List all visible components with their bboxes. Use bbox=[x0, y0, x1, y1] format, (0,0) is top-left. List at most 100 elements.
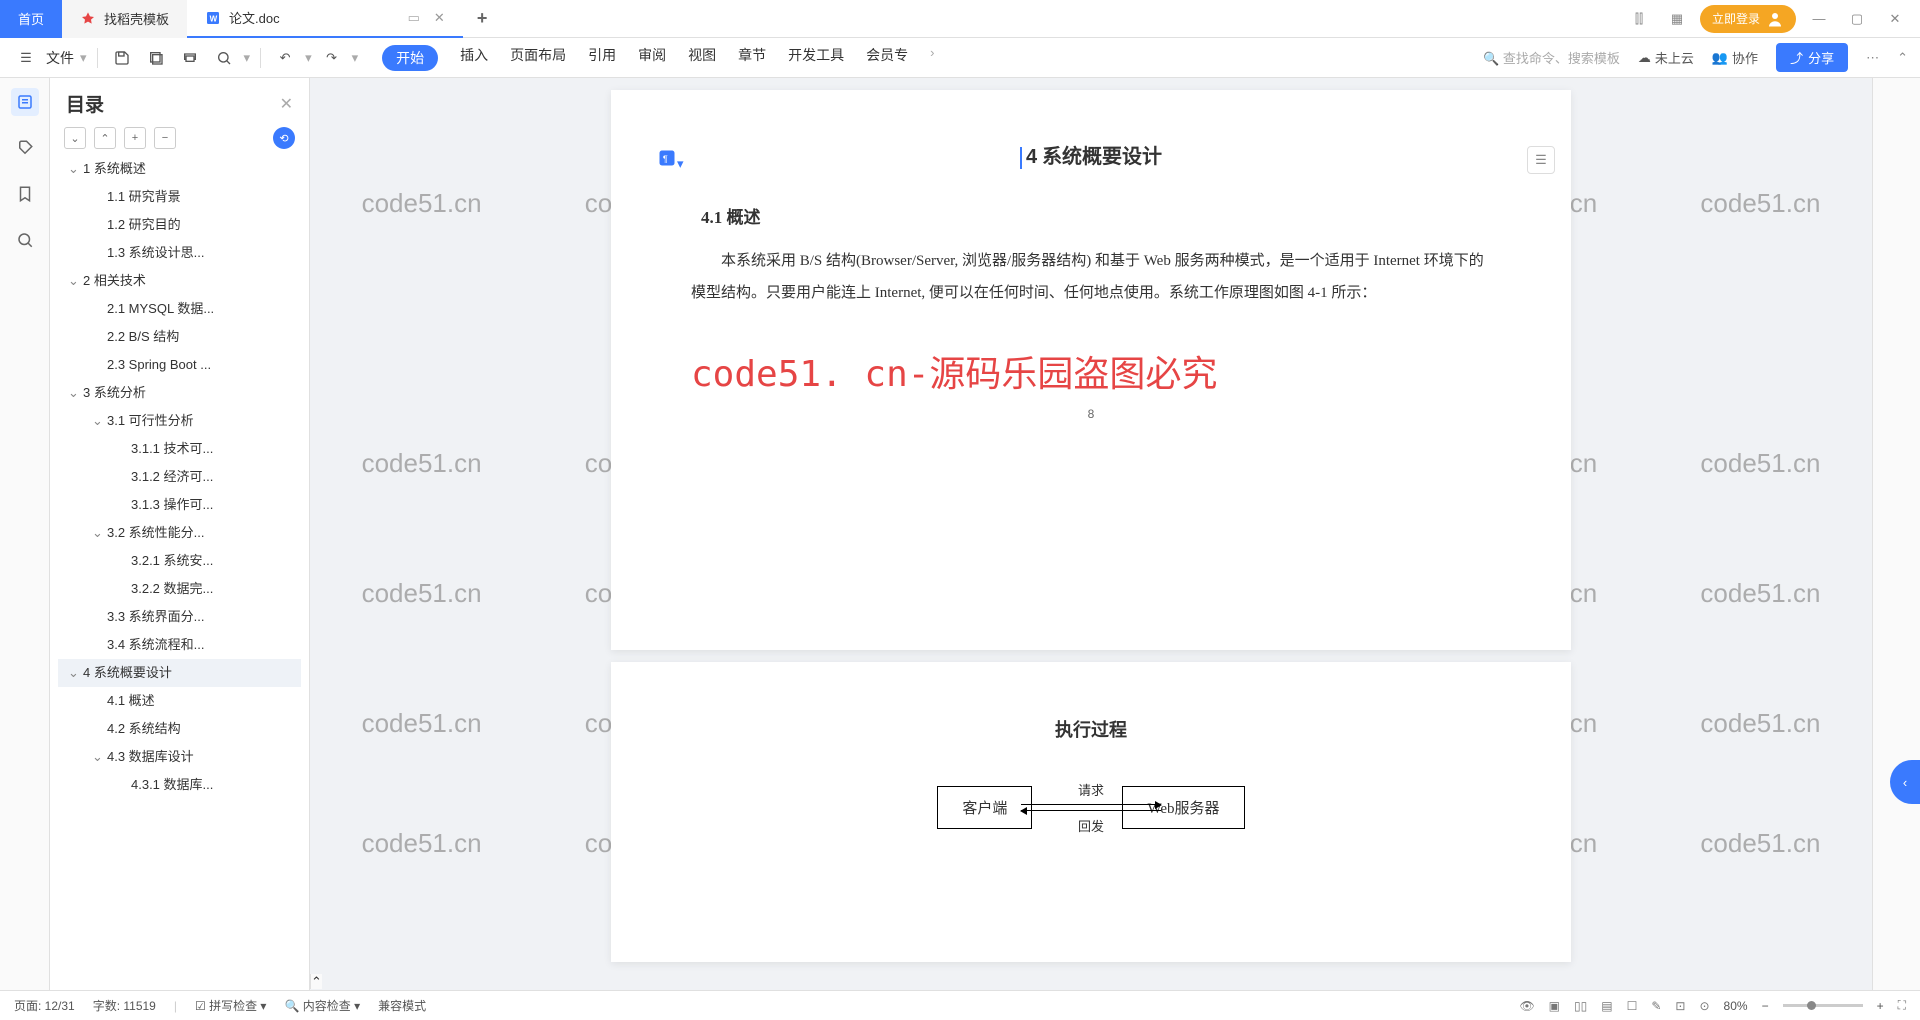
outline-item[interactable]: 2.1 MYSQL 数据... bbox=[58, 295, 301, 323]
save-as-icon[interactable] bbox=[142, 44, 170, 72]
bookmark-icon[interactable] bbox=[11, 180, 39, 208]
scroll-top-icon[interactable]: ⌃ bbox=[310, 974, 322, 989]
outline-item[interactable]: 3.2.1 系统安... bbox=[58, 547, 301, 575]
heading-2: 4.1 概述 bbox=[701, 203, 1491, 228]
outline-item[interactable]: 2.2 B/S 结构 bbox=[58, 323, 301, 351]
tab-present-icon[interactable]: ▭ bbox=[408, 10, 420, 26]
body-paragraph: 本系统采用 B/S 结构(Browser/Server, 浏览器/服务器结构) … bbox=[691, 246, 1491, 309]
redo-icon[interactable]: ↷ bbox=[318, 44, 346, 72]
read-mode-icon[interactable]: ▯▯ bbox=[1574, 999, 1587, 1013]
tab-home[interactable]: 首页 bbox=[0, 0, 62, 38]
tab-review[interactable]: 审阅 bbox=[638, 45, 666, 71]
new-tab-button[interactable]: + bbox=[463, 8, 502, 29]
word-count[interactable]: 字数: 11519 bbox=[93, 997, 156, 1014]
collab-icon: 👥 bbox=[1712, 50, 1728, 66]
tab-document[interactable]: W 论文.doc ▭ ✕ bbox=[187, 0, 463, 38]
content-check-button[interactable]: 🔍 内容检查 ▾ bbox=[284, 997, 360, 1014]
file-menu[interactable]: 文件 bbox=[46, 48, 74, 68]
print-icon[interactable] bbox=[176, 44, 204, 72]
tag-icon[interactable] bbox=[11, 134, 39, 162]
undo-icon[interactable]: ↶ bbox=[271, 44, 299, 72]
zoom-level[interactable]: 80% bbox=[1724, 999, 1748, 1013]
outline-item[interactable]: 4.1 概述 bbox=[58, 687, 301, 715]
close-window-icon[interactable]: ✕ bbox=[1880, 4, 1910, 34]
outline-item[interactable]: ⌄2 相关技术 bbox=[58, 267, 301, 295]
outline-mode-icon[interactable]: ✎ bbox=[1651, 999, 1661, 1013]
right-sidebar bbox=[1872, 78, 1920, 990]
collapse-ribbon-icon[interactable]: ⌃ bbox=[1897, 50, 1908, 66]
web-layout-icon[interactable]: ☐ bbox=[1627, 999, 1638, 1013]
page-number: 8 bbox=[691, 407, 1491, 421]
share-icon: ⤴ bbox=[1790, 48, 1803, 67]
layout-icon[interactable]: ⫿⫿ bbox=[1624, 4, 1654, 34]
print-layout-icon[interactable]: ▤ bbox=[1601, 999, 1612, 1013]
tab-template[interactable]: 找稻壳模板 bbox=[62, 0, 187, 38]
tab-devtools[interactable]: 开发工具 bbox=[788, 45, 844, 71]
close-icon[interactable]: ✕ bbox=[434, 10, 445, 26]
menu-icon[interactable]: ☰ bbox=[12, 44, 40, 72]
outline-icon[interactable] bbox=[11, 88, 39, 116]
tab-insert[interactable]: 插入 bbox=[460, 45, 488, 71]
expand-all-icon[interactable]: ⌃ bbox=[94, 127, 116, 149]
page-indicator[interactable]: 页面: 12/31 bbox=[14, 997, 75, 1014]
outline-item[interactable]: 3.1.1 技术可... bbox=[58, 435, 301, 463]
tab-start[interactable]: 开始 bbox=[382, 45, 438, 71]
outline-item[interactable]: 4.2 系统结构 bbox=[58, 715, 301, 743]
zoom-out-icon[interactable]: − bbox=[1762, 999, 1769, 1013]
outline-settings-icon[interactable]: ⟲ bbox=[273, 127, 295, 149]
outline-item[interactable]: 3.1.2 经济可... bbox=[58, 463, 301, 491]
save-icon[interactable] bbox=[108, 44, 136, 72]
outline-item[interactable]: 1.1 研究背景 bbox=[58, 183, 301, 211]
paragraph-icon[interactable]: ¶▾ bbox=[657, 148, 684, 172]
outline-item[interactable]: 1.2 研究目的 bbox=[58, 211, 301, 239]
share-button[interactable]: ⤴分享 bbox=[1776, 43, 1848, 72]
outline-item[interactable]: ⌄1 系统概述 bbox=[58, 155, 301, 183]
add-heading-icon[interactable]: + bbox=[124, 127, 146, 149]
outline-item[interactable]: ⌄3 系统分析 bbox=[58, 379, 301, 407]
search-panel-icon[interactable] bbox=[11, 226, 39, 254]
outline-item[interactable]: ⌄4 系统概要设计 bbox=[58, 659, 301, 687]
outline-item[interactable]: 1.3 系统设计思... bbox=[58, 239, 301, 267]
diagram-title: 执行过程 bbox=[691, 716, 1491, 742]
outline-panel: 目录 ✕ ⌄ ⌃ + − ⟲ ⌄1 系统概述1.1 研究背景1.2 研究目的1.… bbox=[50, 78, 310, 990]
minimize-icon[interactable]: — bbox=[1804, 4, 1834, 34]
tab-references[interactable]: 引用 bbox=[588, 45, 616, 71]
collapse-all-icon[interactable]: ⌄ bbox=[64, 127, 86, 149]
maximize-icon[interactable]: ▢ bbox=[1842, 4, 1872, 34]
more-icon[interactable]: ⋯ bbox=[1866, 50, 1879, 66]
outline-item[interactable]: 2.3 Spring Boot ... bbox=[58, 351, 301, 379]
tab-view[interactable]: 视图 bbox=[688, 45, 716, 71]
tab-page-layout[interactable]: 页面布局 bbox=[510, 45, 566, 71]
outline-item[interactable]: 3.3 系统界面分... bbox=[58, 603, 301, 631]
zoom-fit-icon[interactable]: ⊡ bbox=[1675, 999, 1685, 1013]
compat-mode[interactable]: 兼容模式 bbox=[378, 997, 426, 1014]
fullscreen-icon[interactable]: ⛶ bbox=[1898, 998, 1906, 1013]
search-input[interactable]: 🔍 查找命令、搜索模板 bbox=[1483, 48, 1620, 67]
remove-heading-icon[interactable]: − bbox=[154, 127, 176, 149]
page-options-icon[interactable]: ☰ bbox=[1527, 146, 1555, 174]
svg-text:W: W bbox=[210, 14, 218, 23]
login-button[interactable]: 立即登录 bbox=[1700, 5, 1796, 33]
preview-icon[interactable] bbox=[210, 44, 238, 72]
page-1: ¶▾ ☰ 4 系统概要设计 4.1 概述 本系统采用 B/S 结构(Browse… bbox=[611, 90, 1571, 650]
zoom-in-icon[interactable]: + bbox=[1877, 999, 1884, 1013]
spell-check-button[interactable]: ☑ 拼写检查 ▾ bbox=[195, 997, 266, 1014]
collab-button[interactable]: 👥协作 bbox=[1712, 48, 1758, 67]
outline-item[interactable]: 3.4 系统流程和... bbox=[58, 631, 301, 659]
close-outline-icon[interactable]: ✕ bbox=[280, 94, 293, 114]
outline-item[interactable]: 4.3.1 数据库... bbox=[58, 771, 301, 799]
document-canvas[interactable]: code51.cncode51.cncode51.cncode51.cncode… bbox=[310, 78, 1872, 990]
outline-item[interactable]: 3.2.2 数据完... bbox=[58, 575, 301, 603]
cloud-status[interactable]: ☁未上云 bbox=[1638, 48, 1694, 67]
tab-chapter[interactable]: 章节 bbox=[738, 45, 766, 71]
avatar-icon bbox=[1766, 10, 1784, 28]
outline-item[interactable]: ⌄3.2 系统性能分... bbox=[58, 519, 301, 547]
apps-icon[interactable]: ▦ bbox=[1662, 4, 1692, 34]
outline-item[interactable]: 3.1.3 操作可... bbox=[58, 491, 301, 519]
zoom-icon[interactable]: ⊙ bbox=[1699, 999, 1709, 1013]
eye-mode-icon[interactable]: 👁 bbox=[1519, 999, 1534, 1013]
focus-mode-icon[interactable]: ▣ bbox=[1549, 999, 1560, 1013]
tab-member[interactable]: 会员专 bbox=[866, 45, 908, 71]
outline-item[interactable]: ⌄3.1 可行性分析 bbox=[58, 407, 301, 435]
outline-item[interactable]: ⌄4.3 数据库设计 bbox=[58, 743, 301, 771]
